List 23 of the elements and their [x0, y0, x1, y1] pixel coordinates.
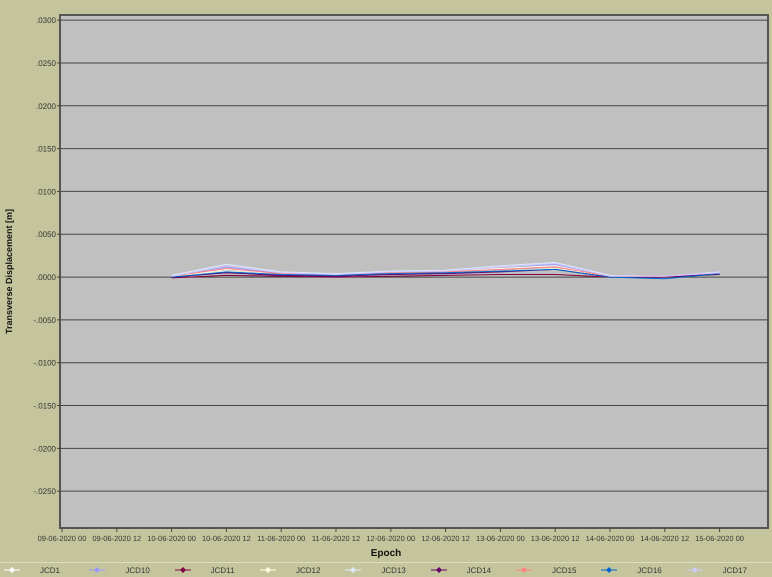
- y-tick-label: .0100: [36, 187, 56, 196]
- y-tick-label: -.0100: [33, 358, 56, 368]
- y-tick-label: .0250: [36, 58, 56, 68]
- legend-label: JCD14: [466, 566, 492, 574]
- legend-label: JCD17: [722, 566, 748, 574]
- legend-label: JCD12: [296, 566, 320, 574]
- y-tick-label: .0300: [36, 16, 56, 26]
- legend-label: JCD1: [40, 566, 60, 574]
- y-tick-label: -.0200: [33, 444, 56, 454]
- y-tick-label: -.0050: [33, 316, 56, 325]
- y-tick-label: .0000: [36, 273, 56, 282]
- y-tick-label: -.0150: [33, 402, 56, 411]
- axis-title: Transverse Displacement [m]: [4, 208, 14, 334]
- y-tick-label: .0200: [36, 102, 56, 111]
- legend-label: JCD15: [552, 566, 576, 574]
- y-tick-label: .0150: [36, 144, 56, 154]
- legend-label: JCD10: [125, 566, 150, 574]
- y-tick-label: .0050: [36, 230, 56, 240]
- axis-title: Epoch: [370, 548, 402, 559]
- legend-label: JCD16: [637, 566, 662, 574]
- legend-label: JCD11: [210, 566, 235, 574]
- legend-label: JCD13: [381, 566, 406, 574]
- y-tick-label: -.0250: [33, 487, 56, 496]
